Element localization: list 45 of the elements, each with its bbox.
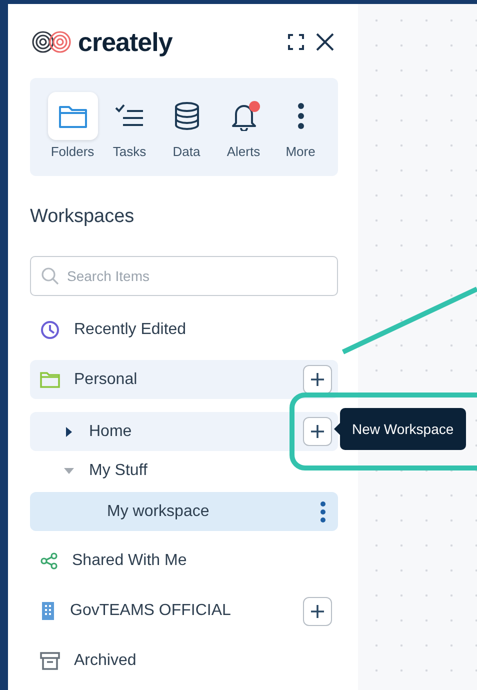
checklist-icon xyxy=(114,103,146,129)
add-button[interactable] xyxy=(303,596,332,626)
kebab-icon xyxy=(320,500,326,522)
tree-row[interactable]: Archived xyxy=(30,646,338,676)
add-button[interactable] xyxy=(303,417,332,446)
row-label: Recently Edited xyxy=(74,321,188,339)
section-heading: Workspaces xyxy=(30,206,136,229)
row-label: Home xyxy=(89,422,133,440)
plus-icon xyxy=(310,424,325,439)
clock-icon xyxy=(40,320,60,340)
expand-button[interactable] xyxy=(288,34,304,50)
tree-row[interactable]: My workspace xyxy=(30,492,338,531)
plus-icon xyxy=(310,372,325,387)
row-label: GovTEAMS OFFICIAL xyxy=(70,602,232,620)
row-label: Shared With Me xyxy=(72,552,188,570)
toolbar-tab[interactable]: Tasks xyxy=(101,92,158,164)
folder-icon xyxy=(40,370,60,388)
tree-row[interactable]: Recently Edited xyxy=(30,315,338,345)
tree-row[interactable]: GovTEAMS OFFICIAL xyxy=(30,596,338,626)
building-icon xyxy=(40,601,56,621)
caret-icon[interactable] xyxy=(64,426,74,436)
search-icon xyxy=(41,267,59,285)
row-label: My workspace xyxy=(107,502,210,520)
toolbar-tab[interactable]: More xyxy=(272,92,329,164)
row-label: Personal xyxy=(74,370,138,388)
database-icon xyxy=(172,101,200,131)
tree-row[interactable]: Personal xyxy=(30,360,338,399)
share-icon xyxy=(40,552,58,570)
tooltip-pointer xyxy=(334,423,340,435)
toolbar-tab[interactable]: Alerts xyxy=(215,92,272,164)
folder-icon xyxy=(58,103,88,129)
add-button[interactable] xyxy=(303,365,332,394)
archive-icon xyxy=(40,651,60,671)
tooltip: New Workspace xyxy=(340,408,466,450)
search-field[interactable]: Search Items xyxy=(30,256,338,296)
plus-icon xyxy=(310,604,325,618)
logo-icon xyxy=(30,30,74,54)
logo-text: creately xyxy=(78,26,172,58)
tree-row[interactable]: My Stuff xyxy=(30,456,338,486)
row-label: My Stuff xyxy=(89,462,148,480)
toolbar-tab[interactable]: Data xyxy=(158,92,215,164)
row-label: Archived xyxy=(74,652,138,670)
close-button[interactable] xyxy=(316,33,334,51)
tree-row[interactable]: Shared With Me xyxy=(30,546,338,576)
more-icon xyxy=(296,102,304,130)
